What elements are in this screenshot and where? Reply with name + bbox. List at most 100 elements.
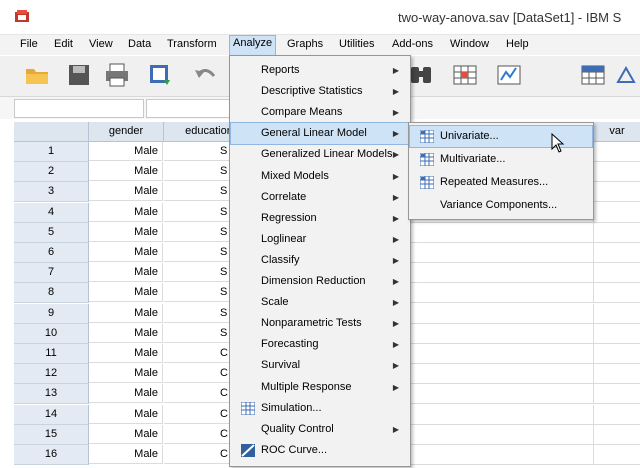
analyze-menu-item[interactable]: Reports ▶ — [231, 60, 409, 81]
split-file-icon[interactable] — [580, 62, 606, 88]
analyze-menu-item[interactable]: Survival ▶ — [231, 355, 409, 376]
cell-gender[interactable]: Male — [89, 445, 163, 464]
menu-transform[interactable]: Transform — [167, 38, 217, 50]
menu-analyze[interactable]: Analyze — [229, 35, 277, 56]
cell-gender[interactable]: Male — [89, 162, 163, 182]
row-header[interactable]: 1 — [14, 142, 89, 162]
analyze-menu-item[interactable]: Nonparametric Tests ▶ — [231, 313, 409, 334]
recall-dialog-icon[interactable] — [148, 62, 174, 88]
cell-empty[interactable] — [594, 243, 640, 263]
cell-gender[interactable]: Male — [89, 323, 163, 343]
row-header[interactable]: 10 — [14, 323, 89, 344]
find-icon[interactable] — [408, 62, 434, 88]
analyze-menu-item[interactable]: Generalized Linear Models ▶ — [231, 144, 409, 165]
analyze-menu-item[interactable]: Simulation... — [231, 398, 409, 419]
row-header[interactable]: 8 — [14, 283, 89, 304]
cell-empty[interactable] — [410, 303, 594, 324]
cell-empty[interactable] — [594, 223, 640, 243]
cell-gender[interactable]: Male — [89, 283, 163, 303]
cell-empty[interactable] — [594, 203, 640, 223]
row-header[interactable]: 11 — [14, 344, 89, 364]
row-header[interactable]: 16 — [14, 445, 89, 465]
cell-empty[interactable] — [410, 323, 594, 344]
analyze-menu-item[interactable]: Loglinear ▶ — [231, 229, 409, 250]
print-icon[interactable] — [104, 62, 130, 88]
cell-empty[interactable] — [410, 222, 594, 243]
analyze-menu-item[interactable]: Forecasting ▶ — [231, 334, 409, 355]
insert-cases-icon[interactable] — [452, 62, 478, 88]
insert-variable-icon[interactable] — [496, 62, 522, 88]
weight-cases-icon[interactable] — [614, 62, 640, 88]
cell-empty[interactable] — [410, 445, 594, 465]
analyze-menu-item[interactable]: Compare Means ▶ — [231, 102, 409, 123]
row-header[interactable]: 3 — [14, 182, 89, 203]
cell-value-input[interactable] — [146, 99, 238, 118]
menu-view[interactable]: View — [89, 38, 113, 50]
row-header[interactable]: 2 — [14, 162, 89, 183]
cell-gender[interactable]: Male — [89, 222, 163, 242]
cell-gender[interactable]: Male — [89, 243, 163, 262]
cell-gender[interactable]: Male — [89, 142, 163, 161]
cell-gender[interactable]: Male — [89, 202, 163, 222]
row-header[interactable]: 15 — [14, 424, 89, 445]
cell-empty[interactable] — [594, 263, 640, 284]
menu-window[interactable]: Window — [450, 38, 489, 50]
menu-utilities[interactable]: Utilities — [339, 38, 374, 50]
cell-empty[interactable] — [410, 384, 594, 405]
corner-header[interactable] — [14, 122, 89, 142]
analyze-menu-item[interactable]: General Linear Model ▶ — [230, 122, 410, 146]
cell-empty[interactable] — [410, 364, 594, 385]
cell-empty[interactable] — [594, 445, 640, 465]
cell-empty[interactable] — [410, 243, 594, 263]
cell-empty[interactable] — [594, 324, 640, 344]
glm-submenu-item[interactable]: Variance Components... — [410, 195, 592, 216]
analyze-menu-item[interactable]: Mixed Models ▶ — [231, 166, 409, 187]
save-icon[interactable] — [66, 62, 92, 88]
column-header-gender[interactable]: gender — [89, 122, 164, 142]
menu-graphs[interactable]: Graphs — [287, 38, 323, 50]
cell-empty[interactable] — [410, 263, 594, 284]
cell-empty[interactable] — [594, 384, 640, 405]
column-header-var[interactable]: var — [594, 122, 640, 142]
spss-app-icon[interactable] — [14, 9, 30, 23]
cell-empty[interactable] — [594, 142, 640, 162]
cell-empty[interactable] — [594, 344, 640, 364]
cell-empty[interactable] — [594, 304, 640, 324]
menu-data[interactable]: Data — [128, 38, 151, 50]
cell-empty[interactable] — [594, 364, 640, 385]
cell-empty[interactable] — [594, 425, 640, 445]
cell-gender[interactable]: Male — [89, 263, 163, 283]
cell-gender[interactable]: Male — [89, 424, 163, 444]
cell-empty[interactable] — [594, 405, 640, 425]
analyze-menu-item[interactable]: Descriptive Statistics ▶ — [231, 81, 409, 102]
cell-reference-box[interactable] — [14, 99, 144, 118]
menu-help[interactable]: Help — [506, 38, 529, 50]
analyze-menu-item[interactable]: Dimension Reduction ▶ — [231, 271, 409, 292]
row-header[interactable]: 12 — [14, 364, 89, 385]
undo-icon[interactable] — [192, 62, 218, 88]
cell-gender[interactable]: Male — [89, 384, 163, 404]
cell-empty[interactable] — [410, 424, 594, 445]
row-header[interactable]: 6 — [14, 243, 89, 263]
glm-submenu-item[interactable]: Repeated Measures... — [410, 172, 592, 193]
analyze-menu-item[interactable]: Quality Control ▶ — [231, 419, 409, 440]
row-header[interactable]: 5 — [14, 222, 89, 243]
cell-empty[interactable] — [594, 162, 640, 183]
analyze-menu-item[interactable]: Classify ▶ — [231, 250, 409, 271]
row-header[interactable]: 4 — [14, 202, 89, 223]
cell-gender[interactable]: Male — [89, 404, 163, 424]
analyze-menu-item[interactable]: Correlate ▶ — [231, 187, 409, 208]
cell-gender[interactable]: Male — [89, 303, 163, 323]
cell-empty[interactable] — [594, 283, 640, 304]
analyze-menu-item[interactable]: Scale ▶ — [231, 292, 409, 313]
cell-empty[interactable] — [410, 404, 594, 425]
cell-gender[interactable]: Male — [89, 364, 163, 384]
menu-addons[interactable]: Add-ons — [392, 38, 433, 50]
cell-empty[interactable] — [594, 182, 640, 203]
open-folder-icon[interactable] — [24, 62, 50, 88]
cell-gender[interactable]: Male — [89, 182, 163, 202]
row-header[interactable]: 14 — [14, 404, 89, 425]
menu-file[interactable]: File — [20, 38, 38, 50]
analyze-menu-item[interactable]: Multiple Response ▶ — [231, 377, 409, 398]
row-header[interactable]: 9 — [14, 303, 89, 324]
